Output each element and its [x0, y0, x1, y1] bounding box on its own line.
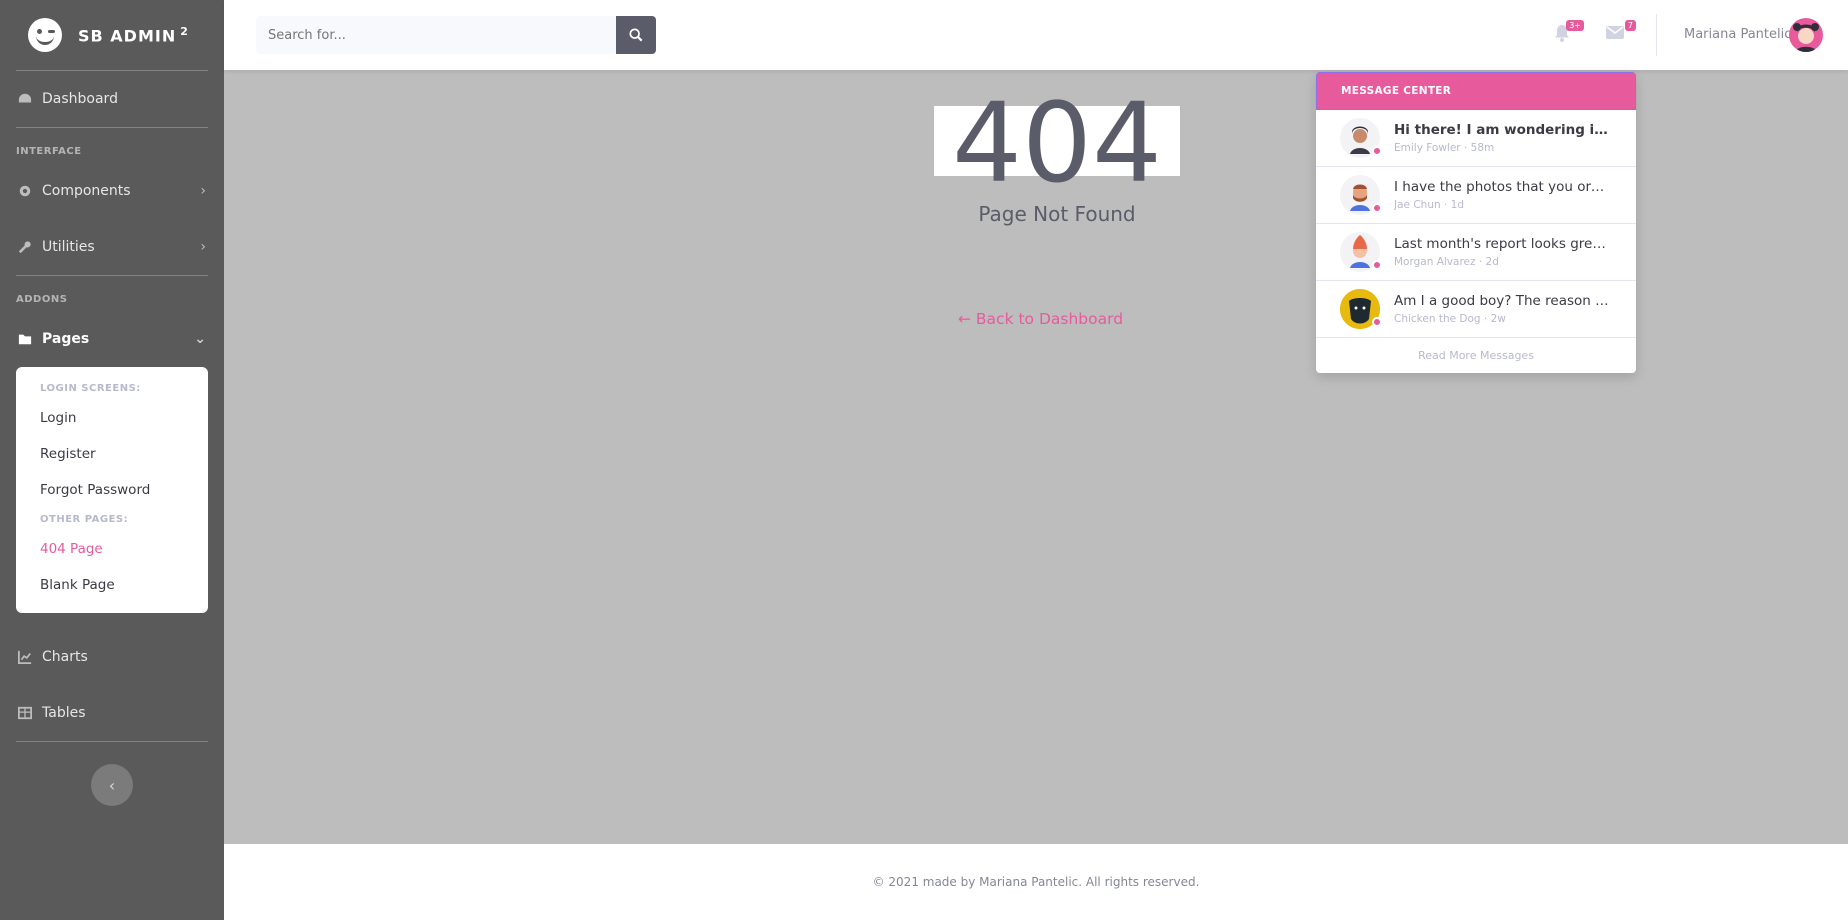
chevron-right-icon: › — [200, 183, 206, 199]
messages-dropdown-toggle[interactable]: 7 — [1606, 20, 1636, 44]
topbar: 3+ 7 Mariana Pantelic — [224, 0, 1848, 70]
message-item[interactable]: I have the photos that you ordere... Jae… — [1316, 167, 1636, 224]
message-meta: Chicken the Dog · 2w — [1394, 313, 1506, 325]
sidebar: SB ADMIN 2 Dashboard INTERFACE Components… — [0, 0, 224, 920]
avatar — [1340, 118, 1382, 158]
error-block: 404 Page Not Found — [934, 88, 1180, 226]
message-text: Am I a good boy? The reason I as... — [1394, 293, 1610, 309]
sidebar-item-label: Tables — [42, 705, 86, 721]
avatar — [1340, 175, 1382, 215]
avatar — [1340, 232, 1382, 272]
submenu-item-login[interactable]: Login — [16, 400, 208, 436]
sidebar-item-label: Utilities — [42, 239, 95, 255]
submenu-heading-login: LOGIN SCREENS: — [40, 383, 141, 394]
alerts-dropdown-toggle[interactable]: 3+ — [1554, 20, 1584, 44]
message-meta: Morgan Alvarez · 2d — [1394, 256, 1499, 268]
copyright-text: © 2021 made by Mariana Pantelic. All rig… — [872, 875, 1200, 889]
brand[interactable]: SB ADMIN 2 — [0, 0, 224, 70]
message-meta: Emily Fowler · 58m — [1394, 142, 1495, 154]
message-text: Hi there! I am wondering if you ... — [1394, 122, 1610, 138]
chart-icon — [18, 650, 32, 664]
chevron-right-icon: › — [200, 239, 206, 255]
sidebar-item-dashboard[interactable]: Dashboard — [0, 71, 224, 127]
chevron-left-icon: ‹ — [108, 775, 116, 795]
sidebar-item-components[interactable]: Components › — [0, 163, 224, 219]
sidebar-item-label: Charts — [42, 649, 88, 665]
status-dot — [1372, 203, 1382, 213]
status-dot — [1372, 260, 1382, 270]
message-text: I have the photos that you ordere... — [1394, 179, 1610, 195]
sidebar-item-charts[interactable]: Charts — [0, 629, 224, 685]
pages-submenu: LOGIN SCREENS: Login Register Forgot Pas… — [16, 367, 208, 613]
submenu-item-404[interactable]: 404 Page — [16, 531, 208, 567]
user-avatar[interactable] — [1789, 18, 1823, 52]
sidebar-heading-addons: ADDONS — [16, 294, 68, 305]
message-text: Last month's report looks great, I ... — [1394, 236, 1610, 252]
chevron-down-icon: ⌄ — [194, 331, 206, 347]
gear-icon — [19, 185, 31, 197]
back-to-dashboard-link[interactable]: ← Back to Dashboard — [958, 310, 1123, 328]
submenu-heading-other: OTHER PAGES: — [40, 514, 129, 525]
table-icon — [18, 706, 32, 720]
submenu-item-blank[interactable]: Blank Page — [16, 567, 208, 603]
sidebar-item-tables[interactable]: Tables — [0, 685, 224, 741]
wrench-icon — [18, 241, 31, 254]
error-code: 404 — [934, 88, 1180, 198]
status-dot — [1372, 317, 1382, 327]
sidebar-toggle-button[interactable]: ‹ — [91, 764, 133, 806]
search-form — [256, 16, 656, 54]
footer: © 2021 made by Mariana Pantelic. All rig… — [224, 844, 1848, 920]
topbar-divider — [1656, 14, 1657, 56]
folder-icon — [18, 334, 32, 345]
message-item[interactable]: Hi there! I am wondering if you ... Emil… — [1316, 110, 1636, 167]
avatar — [1340, 289, 1382, 329]
sidebar-item-pages[interactable]: Pages ⌄ — [0, 311, 224, 367]
dashboard-icon — [18, 93, 32, 103]
message-meta: Jae Chun · 1d — [1394, 199, 1464, 211]
search-button[interactable] — [616, 16, 656, 54]
brand-name: SB ADMIN 2 — [78, 24, 189, 46]
message-center-header: MESSAGE CENTER — [1316, 72, 1636, 110]
messages-badge: 7 — [1624, 20, 1636, 31]
message-item[interactable]: Am I a good boy? The reason I as... Chic… — [1316, 281, 1636, 338]
sidebar-item-label: Pages — [42, 331, 90, 347]
user-name[interactable]: Mariana Pantelic — [1684, 27, 1791, 42]
message-center-dropdown: MESSAGE CENTER Hi there! I am wondering … — [1316, 72, 1636, 373]
read-more-messages-link[interactable]: Read More Messages — [1316, 338, 1636, 373]
sidebar-item-label: Dashboard — [42, 91, 118, 107]
message-item[interactable]: Last month's report looks great, I ... M… — [1316, 224, 1636, 281]
search-icon — [629, 28, 643, 42]
brand-logo-icon — [28, 18, 62, 52]
sidebar-item-label: Components — [42, 183, 131, 199]
submenu-item-forgot-password[interactable]: Forgot Password — [16, 472, 208, 508]
sidebar-item-utilities[interactable]: Utilities › — [0, 219, 224, 275]
avatar-illustration — [1793, 23, 1819, 52]
envelope-icon — [1606, 26, 1624, 39]
sidebar-heading-interface: INTERFACE — [16, 146, 82, 157]
alerts-badge: 3+ — [1566, 20, 1584, 31]
submenu-item-register[interactable]: Register — [16, 436, 208, 472]
search-input[interactable] — [256, 16, 616, 54]
status-dot — [1372, 146, 1382, 156]
sidebar-divider — [16, 741, 208, 742]
